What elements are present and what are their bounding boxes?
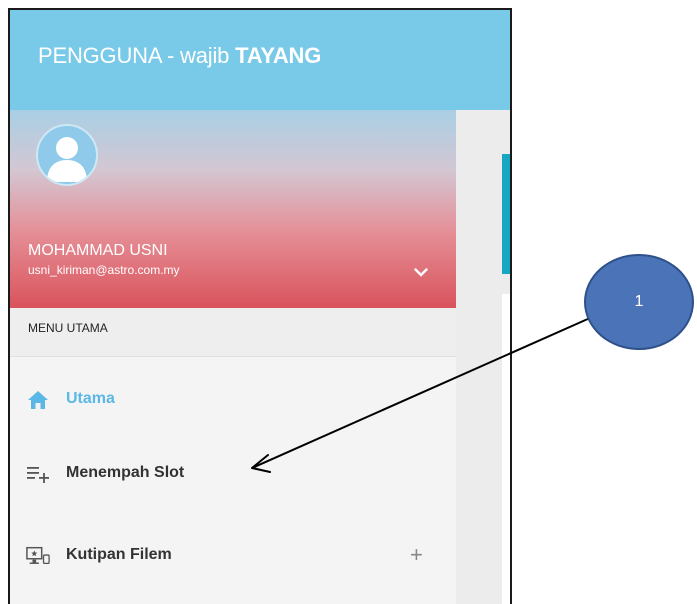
annotation-callout: 1: [584, 254, 694, 350]
annotation-number: 1: [634, 293, 644, 310]
